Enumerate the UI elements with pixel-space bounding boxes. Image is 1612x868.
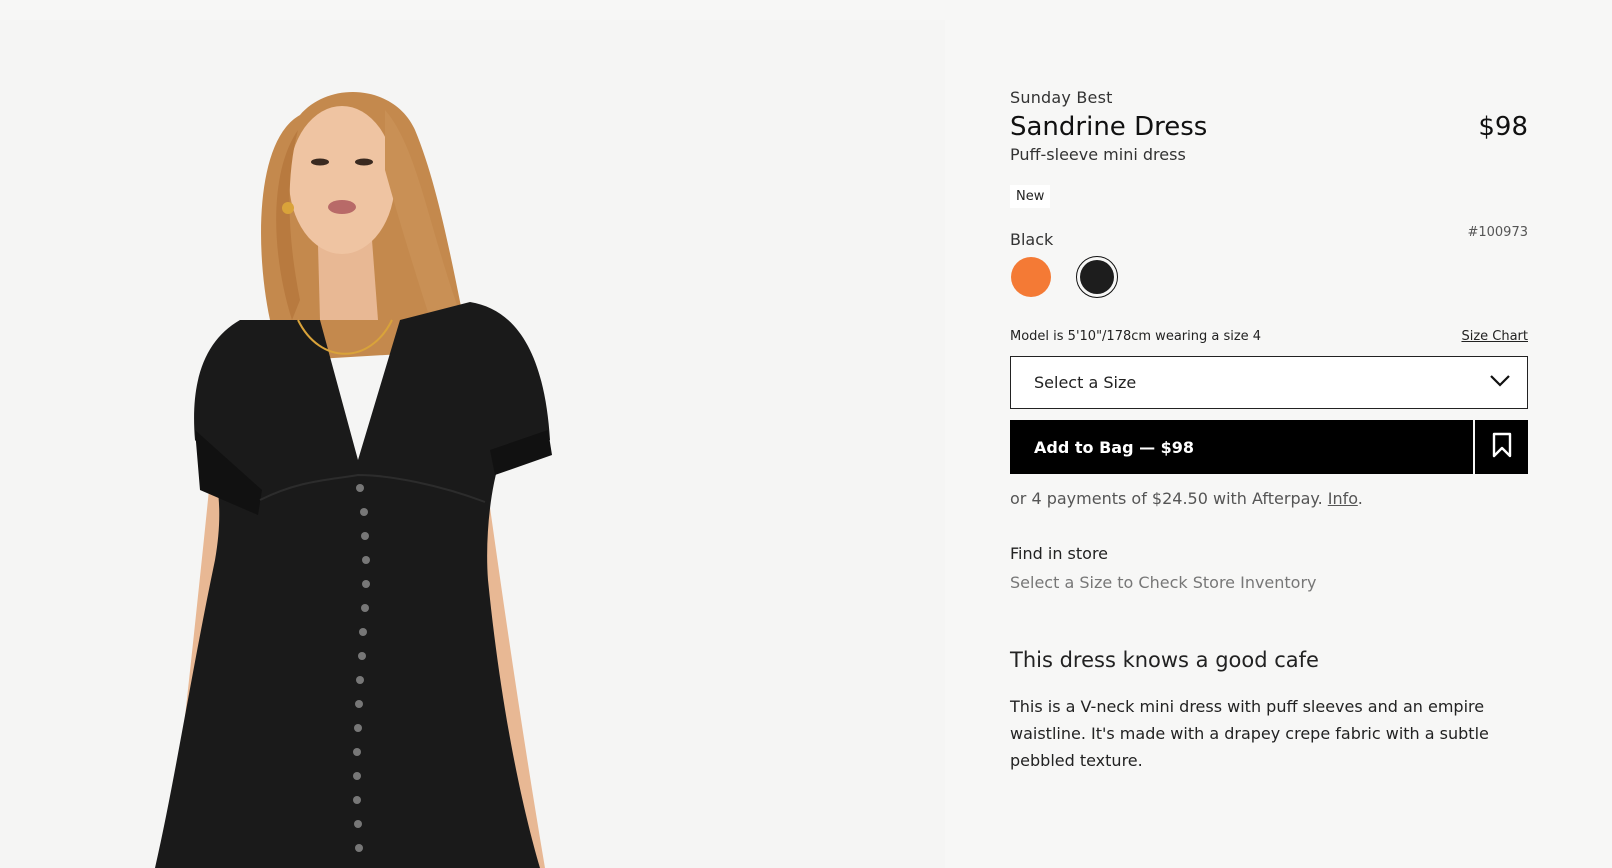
new-badge: New bbox=[1010, 185, 1051, 208]
add-to-bag-button[interactable]: Add to Bag — $98 bbox=[1010, 420, 1473, 474]
title-row: Sandrine Dress $98 bbox=[1010, 112, 1528, 142]
product-title: Sandrine Dress bbox=[1010, 112, 1208, 142]
description-body: This is a V-neck mini dress with puff sl… bbox=[1010, 697, 1489, 770]
color-swatch-black[interactable] bbox=[1076, 256, 1118, 298]
product-details: Sunday Best Sandrine Dress $98 Puff-slee… bbox=[1010, 88, 1528, 774]
bookmark-icon bbox=[1492, 432, 1512, 462]
afterpay-text: or 4 payments of $24.50 with Afterpay. bbox=[1010, 489, 1323, 508]
swatch-fill bbox=[1011, 257, 1051, 297]
color-row: Black #100973 bbox=[1010, 225, 1528, 249]
size-chart-link[interactable]: Size Chart bbox=[1461, 329, 1528, 344]
size-select-dropdown[interactable]: Select a Size bbox=[1010, 356, 1528, 409]
afterpay-info-link[interactable]: Info bbox=[1328, 489, 1358, 508]
product-image[interactable] bbox=[0, 20, 945, 868]
color-swatch-orange[interactable] bbox=[1010, 256, 1052, 298]
product-subtitle: Puff-sleeve mini dress bbox=[1010, 145, 1186, 164]
chevron-down-icon bbox=[1489, 373, 1511, 392]
afterpay-period: . bbox=[1357, 489, 1363, 508]
selected-color-label: Black bbox=[1010, 230, 1054, 249]
model-photo bbox=[155, 92, 552, 868]
product-page: Sunday Best Sandrine Dress $98 Puff-slee… bbox=[0, 0, 1612, 868]
collection-name: Sunday Best bbox=[1010, 88, 1113, 107]
save-to-wishlist-button[interactable] bbox=[1475, 420, 1528, 474]
purchase-row: Add to Bag — $98 bbox=[1010, 420, 1528, 474]
swatch-fill bbox=[1080, 260, 1114, 294]
model-size-note: Model is 5'10"/178cm wearing a size 4 bbox=[1010, 329, 1262, 344]
find-in-store-title[interactable]: Find in store bbox=[1010, 544, 1528, 563]
find-in-store-hint: Select a Size to Check Store Inventory bbox=[1010, 573, 1317, 592]
product-price: $98 bbox=[1478, 112, 1528, 142]
size-select-placeholder: Select a Size bbox=[1034, 373, 1137, 392]
color-swatches bbox=[1010, 256, 1528, 298]
afterpay-note: or 4 payments of $24.50 with Afterpay. I… bbox=[1010, 489, 1528, 508]
model-info-row: Model is 5'10"/178cm wearing a size 4 Si… bbox=[1010, 329, 1528, 344]
product-sku: #100973 bbox=[1467, 225, 1528, 240]
description-heading: This dress knows a good cafe bbox=[1010, 648, 1319, 672]
